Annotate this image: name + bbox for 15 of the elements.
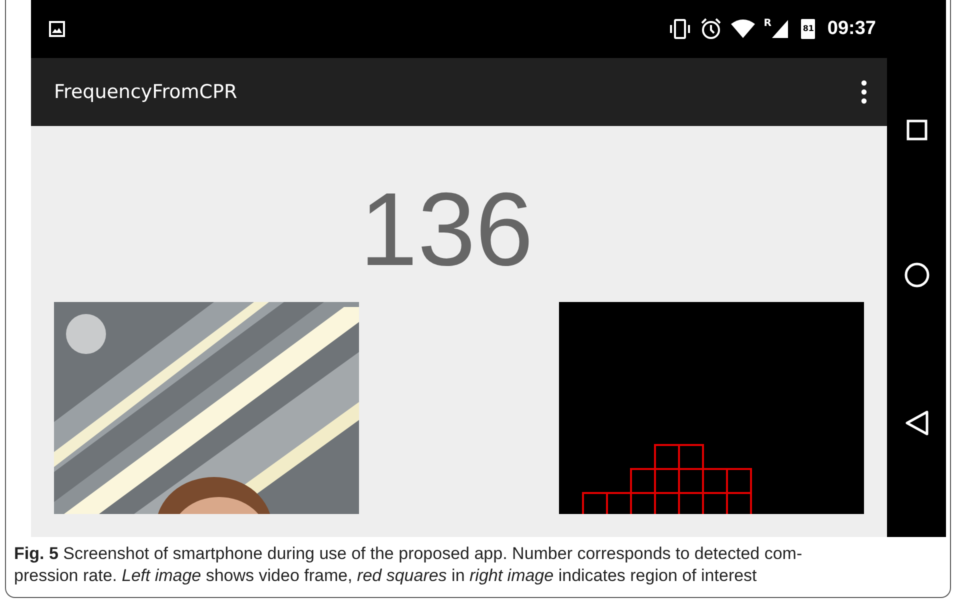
alarm-icon [700, 18, 722, 40]
gallery-icon [49, 21, 65, 37]
roaming-indicator: R [764, 19, 772, 29]
wifi-icon [730, 19, 756, 39]
home-icon[interactable] [904, 262, 930, 288]
overflow-menu-icon[interactable] [861, 80, 867, 104]
compression-rate: 136 [360, 178, 534, 282]
back-icon[interactable] [904, 410, 928, 436]
signal-icon [771, 19, 790, 39]
recents-icon[interactable] [906, 118, 928, 141]
figure-caption: Fig. 5 Screenshot of smartphone during use of the proposed app. Number corresponds to detected com- pression rate. Left image shows video frame, red squares in right image indicates region of interest [13, 543, 804, 587]
vibrate-icon [668, 18, 692, 40]
clock-time: 09:37 [827, 16, 876, 41]
app-title: FrequencyFromCPR [54, 80, 238, 105]
battery-level: 81 [802, 25, 814, 33]
